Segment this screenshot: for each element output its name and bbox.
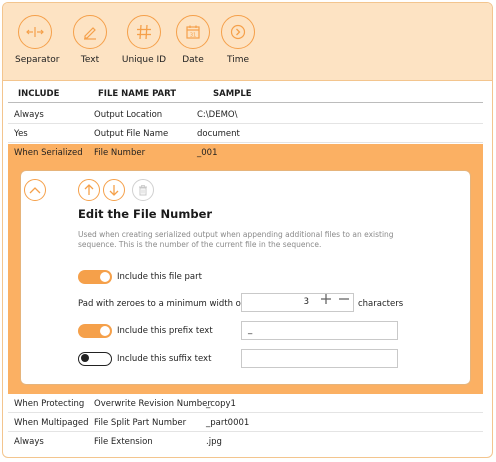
row-part: Overwrite Revision Number — [94, 399, 211, 409]
hash-icon — [127, 15, 161, 49]
include-part-toggle[interactable] — [78, 270, 112, 284]
collapse-button[interactable] — [24, 179, 46, 201]
row-include: Always — [14, 110, 44, 120]
column-header-file-name-part: FILE NAME PART — [98, 89, 177, 99]
arrow-up-icon — [84, 184, 94, 195]
trash-icon — [139, 184, 147, 195]
prefix-label: Include this prefix text — [117, 326, 213, 336]
pad-label: Pad with zeroes to a minimum width of — [78, 299, 244, 309]
date-tool-label: Date — [182, 55, 204, 65]
table-row[interactable]: Always Output Location C:\DEMO\ — [8, 106, 483, 124]
suffix-toggle[interactable] — [78, 352, 112, 366]
row-part: File Extension — [94, 437, 153, 447]
table-header: INCLUDE FILE NAME PART SAMPLE — [8, 87, 483, 103]
row-part: File Number — [94, 148, 146, 158]
decrement-button[interactable] — [338, 293, 350, 309]
row-include: Yes — [14, 129, 28, 139]
suffix-label: Include this suffix text — [117, 354, 212, 364]
row-include: Always — [14, 437, 44, 447]
calendar-day: 31 — [190, 33, 196, 39]
row-sample: _part0001 — [206, 418, 250, 428]
editor-title: Edit the File Number — [78, 207, 213, 221]
clock-icon — [221, 15, 255, 49]
date-tool[interactable]: 31 Date — [173, 15, 213, 65]
time-tool[interactable]: Time — [218, 15, 258, 65]
suffix-text-field[interactable] — [241, 349, 398, 368]
row-sample: _copy1 — [206, 399, 236, 409]
text-tool[interactable]: Text — [70, 15, 110, 65]
unique-id-tool[interactable]: Unique ID — [119, 15, 169, 65]
plus-icon — [321, 294, 331, 304]
editor-description: Used when creating serialized output whe… — [78, 230, 394, 249]
table-row[interactable]: Always File Extension .jpg — [8, 433, 483, 451]
row-include: When Multipaged — [14, 418, 89, 428]
time-tool-label: Time — [226, 55, 250, 65]
text-tool-label: Text — [80, 55, 100, 65]
increment-button[interactable] — [320, 293, 332, 309]
column-header-include: INCLUDE — [18, 89, 60, 99]
row-part: File Split Part Number — [94, 418, 187, 428]
prefix-toggle[interactable] — [78, 324, 112, 338]
row-include: When Serialized — [14, 148, 83, 158]
column-header-sample: SAMPLE — [213, 89, 252, 99]
row-part: Output File Name — [94, 129, 169, 139]
move-up-button[interactable] — [78, 179, 100, 201]
calendar-icon: 31 — [176, 15, 210, 49]
table-row[interactable]: Yes Output File Name document — [8, 125, 483, 143]
prefix-text-field[interactable]: _ — [241, 321, 398, 340]
include-part-label: Include this file part — [117, 272, 202, 282]
separator-tool-label: Separator — [15, 55, 60, 65]
table-row[interactable]: When Multipaged File Split Part Number _… — [8, 414, 483, 432]
pencil-icon — [73, 15, 107, 49]
move-down-button[interactable] — [103, 179, 125, 201]
row-sample: document — [197, 129, 240, 139]
row-include: When Protecting — [14, 399, 85, 409]
delete-button[interactable] — [132, 179, 154, 201]
chevron-up-icon — [29, 187, 41, 194]
row-part: Output Location — [94, 110, 163, 120]
separator-tool[interactable]: Separator — [15, 15, 60, 65]
table-row[interactable]: When Protecting Overwrite Revision Numbe… — [8, 395, 483, 413]
part-toolbar: Separator Text Unique ID 31 Date Time — [3, 3, 492, 81]
table-row-selected[interactable]: When Serialized File Number _001 — [8, 144, 483, 162]
minus-icon — [339, 298, 349, 300]
row-sample: .jpg — [206, 437, 222, 447]
pad-units-label: characters — [358, 299, 404, 309]
arrow-down-icon — [109, 185, 119, 196]
row-sample: _001 — [197, 148, 218, 158]
separator-icon — [18, 15, 52, 49]
unique-id-tool-label: Unique ID — [121, 55, 167, 65]
row-sample: C:\DEMO\ — [197, 110, 238, 120]
